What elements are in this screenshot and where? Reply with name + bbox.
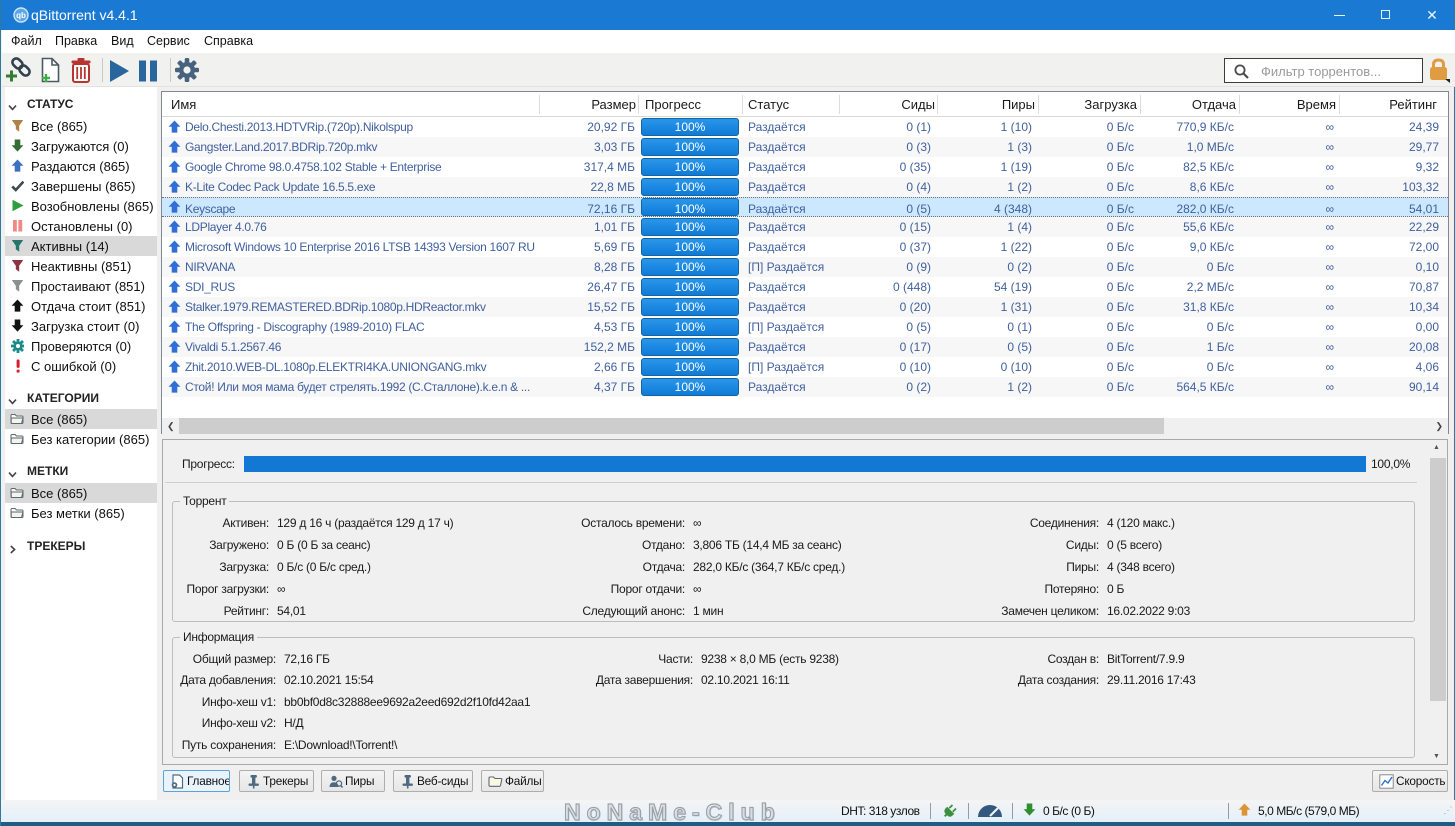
svg-text:qb: qb bbox=[16, 11, 26, 20]
